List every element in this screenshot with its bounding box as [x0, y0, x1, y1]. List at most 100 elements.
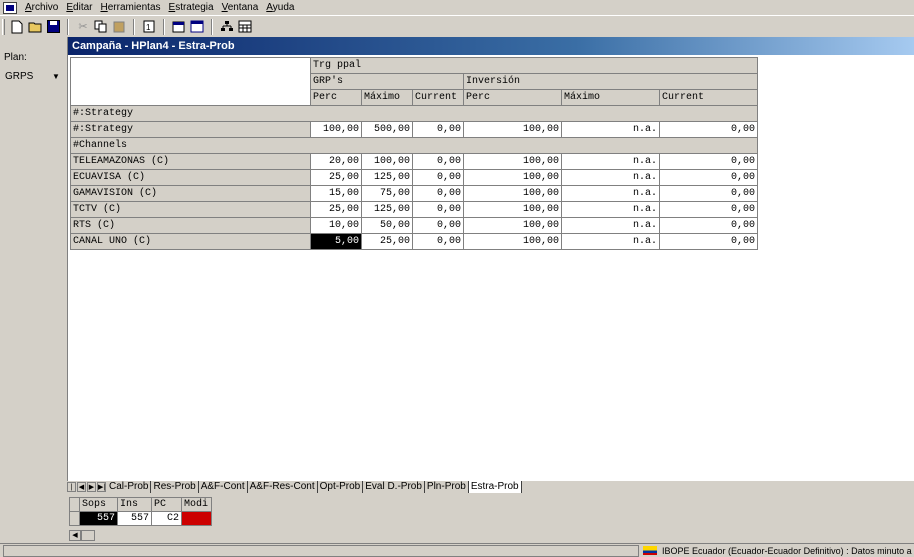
cell[interactable]: n.a. [561, 217, 660, 234]
prev-tab-icon[interactable]: ◀ [77, 482, 86, 492]
report-icon[interactable]: 1 [141, 19, 157, 35]
cell[interactable]: 0,00 [659, 153, 758, 170]
cell[interactable]: 0,00 [659, 201, 758, 218]
app-icon[interactable] [3, 1, 17, 14]
cell[interactable]: 25,00 [310, 201, 362, 218]
col-header: Current [659, 89, 758, 106]
cell[interactable]: 125,00 [361, 201, 413, 218]
toolbar-separator [133, 18, 135, 35]
menu-ventana[interactable]: Ventana [218, 0, 263, 15]
calculator-icon[interactable] [237, 19, 253, 35]
grps-header: GRP's [310, 73, 464, 90]
cell[interactable]: 100,00 [463, 169, 562, 186]
cell[interactable]: 75,00 [361, 185, 413, 202]
inversion-header: Inversión [463, 73, 758, 90]
ecuador-flag-icon [643, 546, 657, 555]
scroll-left-icon[interactable]: ◀ [69, 530, 81, 541]
cell[interactable]: n.a. [561, 169, 660, 186]
table-row: GAMAVISION (C) 15,00 75,00 0,00 100,00 n… [70, 185, 758, 202]
status-bar: IBOPE Ecuador (Ecuador-Ecuador Definitiv… [0, 543, 914, 557]
chevron-down-icon[interactable]: ▼ [49, 72, 63, 81]
strategy-grid: Trg ppal GRP's Inversión Perc Máximo Cur… [70, 57, 758, 250]
tab-eval-d-prob[interactable]: Eval D.-Prob [363, 481, 425, 493]
cell[interactable]: 100,00 [463, 233, 562, 250]
cell[interactable]: 0,00 [412, 201, 464, 218]
properties-icon[interactable] [171, 19, 187, 35]
cell[interactable]: 125,00 [361, 169, 413, 186]
cell[interactable]: n.a. [561, 185, 660, 202]
cell[interactable]: 25,00 [361, 233, 413, 250]
copy-icon[interactable] [93, 19, 109, 35]
cell[interactable]: n.a. [561, 233, 660, 250]
ins-value[interactable]: 557 [117, 511, 152, 526]
cut-icon[interactable]: ✂ [75, 19, 91, 35]
cell[interactable]: n.a. [561, 153, 660, 170]
cell[interactable]: 0,00 [412, 233, 464, 250]
menu-herramientas[interactable]: Herramientas [96, 0, 164, 15]
tab-estra-prob[interactable]: Estra-Prob [468, 481, 522, 493]
cell[interactable]: n.a. [561, 201, 660, 218]
first-tab-icon[interactable]: |◀ [67, 482, 76, 500]
row-label: CANAL UNO (C) [70, 233, 311, 250]
cell[interactable]: 100,00 [310, 121, 362, 138]
cell[interactable]: 0,00 [659, 217, 758, 234]
cell[interactable]: 100,00 [463, 217, 562, 234]
sheet-tabs: |◀ ◀ ▶ ▶| Cal-Prob Res-Prob A&F-Cont A&F… [67, 481, 914, 500]
paste-icon[interactable] [111, 19, 127, 35]
cell[interactable]: 0,00 [659, 121, 758, 138]
modi-value[interactable] [181, 511, 212, 526]
toolbar-separator [211, 18, 213, 35]
pc-value[interactable]: C2 [151, 511, 182, 526]
section-strategy: #:Strategy [70, 105, 758, 122]
toolbar-grip[interactable] [2, 18, 5, 35]
hierarchy-icon[interactable] [219, 19, 235, 35]
next-tab-icon[interactable]: ▶ [87, 482, 96, 492]
window-title: Campaña - HPlan4 - Estra-Prob [68, 37, 914, 55]
corner-cell [69, 497, 80, 512]
tab-opt-prob[interactable]: Opt-Prob [318, 481, 364, 493]
cell[interactable]: 20,00 [310, 153, 362, 170]
cell[interactable]: 50,00 [361, 217, 413, 234]
menu-estrategia[interactable]: Estrategia [165, 0, 218, 15]
cell[interactable]: 0,00 [412, 121, 464, 138]
tab-af-res-cont[interactable]: A&F-Res-Cont [248, 481, 318, 493]
cell[interactable]: 25,00 [310, 169, 362, 186]
open-icon[interactable] [27, 19, 43, 35]
cell[interactable]: 100,00 [361, 153, 413, 170]
cell[interactable]: 500,00 [361, 121, 413, 138]
menu-editar[interactable]: Editar [62, 0, 96, 15]
row-label: TELEAMAZONAS (C) [70, 153, 311, 170]
new-icon[interactable] [9, 19, 25, 35]
last-tab-icon[interactable]: ▶| [97, 482, 106, 492]
cell[interactable]: 0,00 [412, 185, 464, 202]
cell[interactable]: 0,00 [412, 217, 464, 234]
cell[interactable]: 0,00 [659, 233, 758, 250]
horizontal-scrollbar[interactable]: ◀ [67, 529, 914, 541]
status-text: IBOPE Ecuador (Ecuador-Ecuador Definitiv… [662, 546, 914, 556]
tab-af-cont[interactable]: A&F-Cont [199, 481, 248, 493]
cell[interactable]: 10,00 [310, 217, 362, 234]
cell[interactable]: 100,00 [463, 153, 562, 170]
tab-res-prob[interactable]: Res-Prob [151, 481, 199, 493]
window-icon[interactable] [189, 19, 205, 35]
cell[interactable]: 0,00 [412, 153, 464, 170]
cell[interactable]: 0,00 [659, 169, 758, 186]
menu-ayuda[interactable]: Ayuda [262, 0, 298, 15]
sops-value[interactable]: 557 [79, 511, 118, 526]
cell[interactable]: 100,00 [463, 185, 562, 202]
table-row: TELEAMAZONAS (C) 20,00 100,00 0,00 100,0… [70, 153, 758, 170]
tab-pln-prob[interactable]: Pln-Prob [425, 481, 469, 493]
cell[interactable]: 100,00 [463, 121, 562, 138]
scroll-thumb[interactable] [81, 530, 95, 541]
cell[interactable]: 15,00 [310, 185, 362, 202]
menu-archivo[interactable]: Archivo [21, 0, 62, 15]
cell[interactable]: 100,00 [463, 201, 562, 218]
cell[interactable]: n.a. [561, 121, 660, 138]
cell[interactable]: 0,00 [659, 185, 758, 202]
cell[interactable]: 0,00 [412, 169, 464, 186]
selected-cell[interactable]: 5,00 [310, 233, 362, 250]
plan-select[interactable]: GRPS ▼ [3, 68, 63, 85]
save-icon[interactable] [45, 19, 61, 35]
col-header: Perc [463, 89, 562, 106]
tab-cal-prob[interactable]: Cal-Prob [107, 481, 152, 493]
